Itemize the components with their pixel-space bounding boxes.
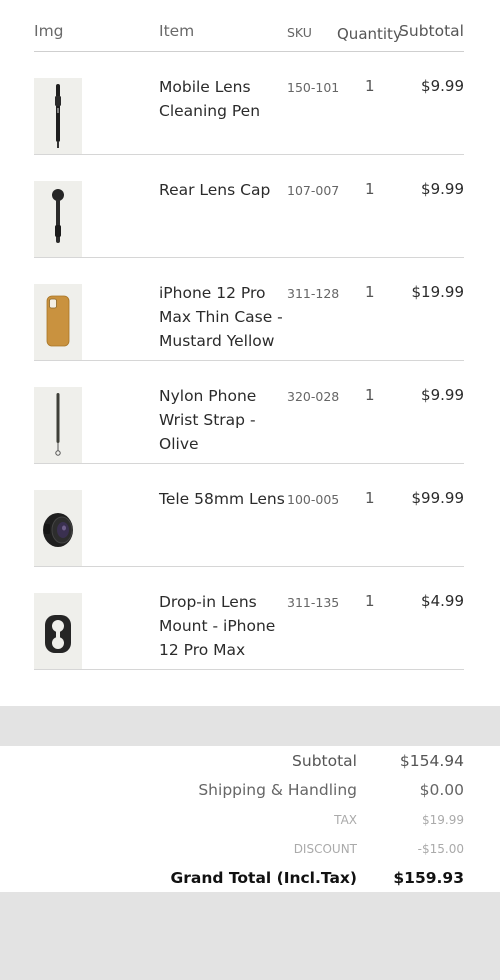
section-divider [0, 706, 500, 746]
footer-bar [0, 892, 500, 980]
product-sku: 107-007 [287, 183, 340, 198]
tax-value: $19.99 [422, 813, 464, 827]
header-quantity: Quantity [337, 25, 402, 43]
shipping-label: Shipping & Handling [198, 781, 357, 799]
product-sku: 100-005 [287, 492, 340, 507]
product-thumbnail[interactable] [34, 284, 82, 360]
header-item: Item [159, 22, 195, 40]
grand-total-label: Grand Total (Incl.Tax) [170, 869, 357, 887]
product-thumbnail[interactable] [34, 181, 82, 257]
product-thumbnail[interactable] [34, 490, 82, 566]
subtotal-value: $154.94 [399, 752, 464, 770]
tax-label: TAX [334, 813, 357, 827]
table-row: Rear Lens Cap 107-007 1 $9.99 [34, 155, 464, 258]
product-quantity: 1 [365, 283, 375, 301]
product-name[interactable]: iPhone 12 Pro Max Thin Case - Mustard Ye… [159, 281, 287, 353]
product-subtotal: $9.99 [421, 77, 464, 95]
product-quantity: 1 [365, 489, 375, 507]
lens-pen-icon [55, 84, 61, 148]
lens-cap-icon [52, 189, 64, 243]
wrist-strap-icon [55, 393, 61, 456]
table-row: Tele 58mm Lens 100-005 1 $99.99 [34, 464, 464, 567]
product-sku: 311-135 [287, 595, 340, 610]
table-row: Drop-in Lens Mount - iPhone 12 Pro Max 3… [34, 567, 464, 670]
product-sku: 320-028 [287, 389, 340, 404]
product-sku: 150-101 [287, 80, 340, 95]
discount-value: -$15.00 [417, 842, 464, 856]
product-name[interactable]: Nylon Phone Wrist Strap - Olive [159, 384, 287, 456]
product-subtotal: $9.99 [421, 386, 464, 404]
discount-label: DISCOUNT [293, 842, 357, 856]
product-thumbnail[interactable] [34, 387, 82, 463]
shipping-value: $0.00 [419, 781, 464, 799]
product-name[interactable]: Tele 58mm Lens [159, 487, 287, 511]
phone-case-icon [46, 295, 70, 347]
product-name[interactable]: Mobile Lens Cleaning Pen [159, 75, 287, 123]
grand-total-value: $159.93 [393, 869, 464, 887]
table-header: Img Item SKU Quantity Subtotal [34, 0, 464, 52]
header-sku: SKU [287, 25, 312, 40]
tele-lens-icon [43, 513, 73, 547]
header-img: Img [34, 22, 64, 40]
product-sku: 311-128 [287, 286, 340, 301]
product-subtotal: $99.99 [411, 489, 465, 507]
lens-mount-icon [45, 615, 71, 653]
product-quantity: 1 [365, 77, 375, 95]
table-row: iPhone 12 Pro Max Thin Case - Mustard Ye… [34, 258, 464, 361]
product-thumbnail[interactable] [34, 78, 82, 154]
product-subtotal: $9.99 [421, 180, 464, 198]
table-row: Mobile Lens Cleaning Pen 150-101 1 $9.99 [34, 52, 464, 155]
product-quantity: 1 [365, 180, 375, 198]
product-name[interactable]: Rear Lens Cap [159, 178, 287, 202]
product-thumbnail[interactable] [34, 593, 82, 669]
order-totals: Subtotal $154.94 Shipping & Handling $0.… [0, 746, 500, 892]
header-subtotal: Subtotal [399, 22, 464, 40]
product-subtotal: $19.99 [411, 283, 465, 301]
product-subtotal: $4.99 [421, 592, 464, 610]
table-row: Nylon Phone Wrist Strap - Olive 320-028 … [34, 361, 464, 464]
product-quantity: 1 [365, 386, 375, 404]
subtotal-label: Subtotal [292, 752, 357, 770]
product-quantity: 1 [365, 592, 375, 610]
product-name[interactable]: Drop-in Lens Mount - iPhone 12 Pro Max [159, 590, 287, 662]
